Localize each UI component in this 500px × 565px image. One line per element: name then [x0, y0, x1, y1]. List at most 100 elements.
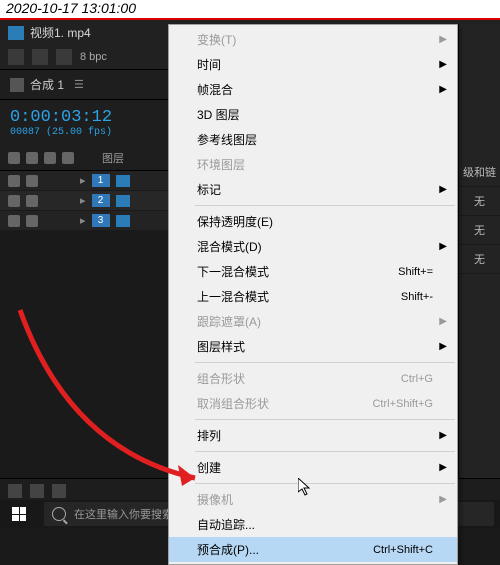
submenu-arrow-icon: ▶	[439, 84, 447, 95]
submenu-arrow-icon: ▶	[439, 494, 447, 505]
start-button[interactable]	[0, 500, 38, 528]
menu-item-label: 摄像机	[197, 491, 233, 508]
layer-thumb	[116, 195, 130, 207]
menu-item-label: 时间	[197, 56, 221, 73]
right-val[interactable]: 无	[459, 245, 500, 274]
menu-item-label: 标记	[197, 181, 221, 198]
toolbar-icon[interactable]	[56, 49, 72, 65]
menu-item[interactable]: 参考线图层	[169, 127, 457, 152]
menu-shortcut: Ctrl+G	[401, 373, 433, 385]
submenu-arrow-icon: ▶	[439, 241, 447, 252]
submenu-arrow-icon: ▶	[439, 316, 447, 327]
menu-item-label: 组合形状	[197, 370, 245, 387]
menu-item-label: 保持透明度(E)	[197, 213, 273, 230]
menu-item-label: 帧混合	[197, 81, 233, 98]
menu-item[interactable]: 标记 ▶	[169, 177, 457, 202]
menu-item-label: 预合成(P)...	[197, 541, 259, 558]
twirl-icon[interactable]: ▸	[80, 194, 86, 207]
eye-icon[interactable]	[8, 215, 20, 227]
modes-icon[interactable]	[52, 484, 66, 498]
menu-item-label: 上一混合模式	[197, 288, 269, 305]
menu-item[interactable]: 3D 图层	[169, 102, 457, 127]
twirl-icon[interactable]: ▸	[80, 174, 86, 187]
right-header: 级和链	[459, 158, 500, 187]
menu-item[interactable]: 上一混合模式 Shift+-	[169, 284, 457, 309]
submenu-arrow-icon: ▶	[439, 430, 447, 441]
layer-col-label: 图层	[102, 150, 124, 166]
menu-item[interactable]: 创建 ▶	[169, 455, 457, 480]
menu-separator	[195, 419, 455, 420]
cursor-icon	[298, 478, 314, 498]
eye-icon[interactable]	[8, 195, 20, 207]
right-val[interactable]: 无	[459, 216, 500, 245]
menu-item[interactable]: 帧混合 ▶	[169, 77, 457, 102]
submenu-arrow-icon: ▶	[439, 341, 447, 352]
close-icon[interactable]: ☰	[74, 78, 84, 91]
menu-item[interactable]: 下一混合模式 Shift+=	[169, 259, 457, 284]
lock-icon[interactable]	[62, 152, 74, 164]
bpc-label[interactable]: 8 bpc	[80, 51, 107, 63]
right-val[interactable]: 无	[459, 187, 500, 216]
menu-item: 组合形状 Ctrl+G	[169, 366, 457, 391]
menu-item-label: 环境图层	[197, 156, 245, 173]
menu-item-label: 下一混合模式	[197, 263, 269, 280]
speaker-icon[interactable]	[26, 152, 38, 164]
right-panel-strip: 级和链 无 无 无	[458, 24, 500, 500]
render-icon[interactable]	[8, 484, 22, 498]
menu-item[interactable]: 混合模式(D) ▶	[169, 234, 457, 259]
menu-item-label: 排列	[197, 427, 221, 444]
twirl-icon[interactable]: ▸	[80, 214, 86, 227]
menu-item-label: 3D 图层	[197, 106, 240, 123]
search-icon	[52, 507, 66, 521]
menu-item[interactable]: 排列 ▶	[169, 423, 457, 448]
speaker-icon[interactable]	[26, 175, 38, 187]
menu-separator	[195, 205, 455, 206]
layer-number: 3	[92, 214, 110, 227]
menu-item: 变换(T) ▶	[169, 27, 457, 52]
comp-name: 合成 1	[30, 76, 64, 93]
project-filename[interactable]: 视频1. mp4	[30, 24, 91, 41]
menu-item-label: 混合模式(D)	[197, 238, 262, 255]
menu-item[interactable]: 预合成(P)... Ctrl+Shift+C	[169, 537, 457, 562]
menu-shortcut: Ctrl+Shift+G	[372, 398, 433, 410]
submenu-arrow-icon: ▶	[439, 184, 447, 195]
menu-separator	[195, 362, 455, 363]
submenu-arrow-icon: ▶	[439, 462, 447, 473]
layer-thumb	[116, 175, 130, 187]
windows-icon	[12, 507, 26, 521]
comp-icon	[10, 78, 24, 92]
toolbar-icon[interactable]	[8, 49, 24, 65]
menu-item-label: 变换(T)	[197, 31, 236, 48]
menu-item: 取消组合形状 Ctrl+Shift+G	[169, 391, 457, 416]
menu-item[interactable]: 保持透明度(E)	[169, 209, 457, 234]
menu-item[interactable]: 时间 ▶	[169, 52, 457, 77]
timestamp-bar: 2020-10-17 13:01:00	[0, 0, 500, 20]
solo-icon[interactable]	[44, 152, 56, 164]
speaker-icon[interactable]	[26, 215, 38, 227]
menu-item-label: 自动追踪...	[197, 516, 255, 533]
menu-shortcut: Ctrl+Shift+C	[373, 544, 433, 556]
switches-icon[interactable]	[30, 484, 44, 498]
menu-separator	[195, 451, 455, 452]
layer-number: 1	[92, 174, 110, 187]
menu-item-label: 创建	[197, 459, 221, 476]
eye-icon[interactable]	[8, 152, 20, 164]
menu-item[interactable]: 自动追踪...	[169, 512, 457, 537]
menu-item: 环境图层	[169, 152, 457, 177]
menu-item[interactable]: 图层样式 ▶	[169, 334, 457, 359]
menu-shortcut: Shift+=	[398, 266, 433, 278]
toolbar-icon[interactable]	[32, 49, 48, 65]
menu-item-label: 图层样式	[197, 338, 245, 355]
menu-separator	[195, 483, 455, 484]
menu-item-label: 取消组合形状	[197, 395, 269, 412]
menu-item-label: 参考线图层	[197, 131, 257, 148]
layer-number: 2	[92, 194, 110, 207]
file-icon	[8, 26, 24, 40]
eye-icon[interactable]	[8, 175, 20, 187]
menu-item: 跟踪遮罩(A)▶	[169, 309, 457, 334]
timestamp-text: 2020-10-17 13:01:00	[6, 0, 136, 16]
submenu-arrow-icon: ▶	[439, 34, 447, 45]
menu-shortcut: Shift+-	[401, 291, 433, 303]
submenu-arrow-icon: ▶	[439, 59, 447, 70]
speaker-icon[interactable]	[26, 195, 38, 207]
